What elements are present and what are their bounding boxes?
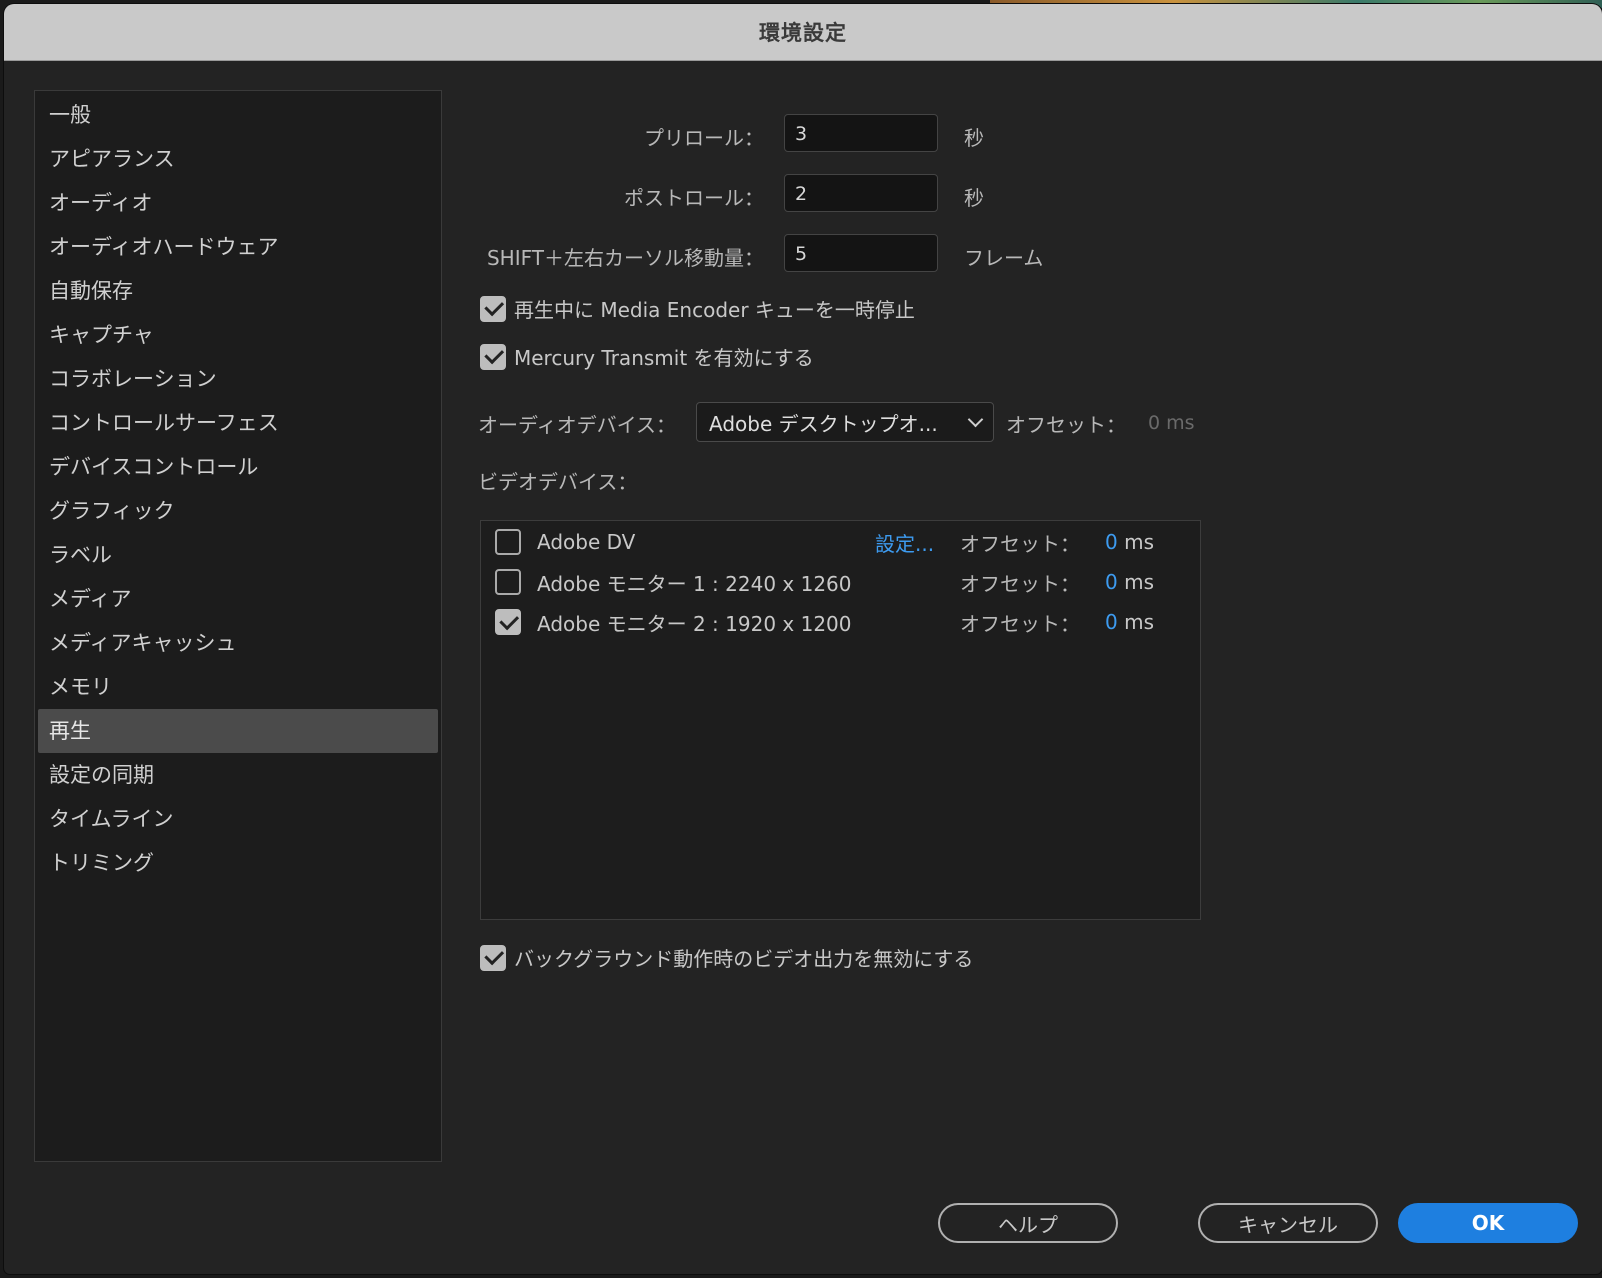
- audio-device-label: オーディオデバイス：: [478, 413, 676, 437]
- video-device-checkbox-monitor-1[interactable]: [495, 569, 521, 595]
- sidebar-item-audio[interactable]: オーディオ: [38, 181, 438, 225]
- video-device-name: Adobe DV: [537, 530, 636, 554]
- sidebar-item-appearance[interactable]: アピアランス: [38, 137, 438, 181]
- mercury-transmit-label: Mercury Transmit を有効にする: [514, 346, 814, 370]
- video-device-row: Adobe DV 設定... オフセット： 0 ms: [495, 527, 1195, 557]
- sidebar-item-sync-settings[interactable]: 設定の同期: [38, 753, 438, 797]
- dialog-title: 環境設定: [759, 21, 847, 45]
- sidebar-item-playback[interactable]: 再生: [38, 709, 438, 753]
- checkmark-icon: [483, 296, 504, 317]
- pause-media-encoder-checkbox[interactable]: [480, 295, 506, 322]
- video-offset-label: オフセット：: [960, 611, 1080, 636]
- shift-move-label: SHIFT＋左右カーソル移動量：: [486, 246, 764, 270]
- checkmark-icon: [483, 344, 504, 365]
- mercury-transmit-option[interactable]: Mercury Transmit を有効にする: [480, 342, 814, 371]
- video-offset-label: オフセット：: [960, 531, 1080, 556]
- sidebar-item-memory[interactable]: メモリ: [38, 665, 438, 709]
- checkmark-icon: [483, 945, 504, 966]
- postroll-label: ポストロール：: [624, 186, 764, 210]
- video-device-checkbox-monitor-2[interactable]: [495, 609, 521, 635]
- video-device-checkbox-adobe-dv[interactable]: [495, 529, 521, 555]
- sidebar-item-labels[interactable]: ラベル: [38, 533, 438, 577]
- sidebar-item-auto-save[interactable]: 自動保存: [38, 269, 438, 313]
- sidebar-item-graphics[interactable]: グラフィック: [38, 489, 438, 533]
- video-offset-label: オフセット：: [960, 571, 1080, 596]
- sidebar-item-media[interactable]: メディア: [38, 577, 438, 621]
- preferences-category-list: 一般 アピアランス オーディオ オーディオハードウェア 自動保存 キャプチャ コ…: [34, 90, 442, 1162]
- preferences-dialog: 環境設定 一般 アピアランス オーディオ オーディオハードウェア 自動保存 キャ…: [4, 4, 1602, 1274]
- pause-media-encoder-option[interactable]: 再生中に Media Encoder キューを一時停止: [480, 294, 915, 323]
- cancel-button[interactable]: キャンセル: [1198, 1203, 1378, 1243]
- adobe-dv-settings-link[interactable]: 設定...: [875, 528, 934, 557]
- audio-offset-label: オフセット：: [1006, 413, 1126, 437]
- video-offset-value[interactable]: 0 ms: [1105, 570, 1154, 594]
- video-device-label: ビデオデバイス：: [478, 470, 638, 494]
- video-device-list: Adobe DV 設定... オフセット： 0 ms Adobe モニター 1 …: [480, 520, 1201, 920]
- sidebar-item-control-surface[interactable]: コントロールサーフェス: [38, 401, 438, 445]
- title-bar: 環境設定: [4, 4, 1602, 61]
- preroll-label: プリロール：: [644, 126, 764, 150]
- chevron-down-icon: [967, 411, 984, 428]
- sidebar-item-media-cache[interactable]: メディアキャッシュ: [38, 621, 438, 665]
- video-device-name: Adobe モニター 1 : 2240 x 1260: [537, 571, 852, 596]
- preroll-input[interactable]: 3: [784, 114, 938, 152]
- sidebar-item-audio-hardware[interactable]: オーディオハードウェア: [38, 225, 438, 269]
- sidebar-item-device-control[interactable]: デバイスコントロール: [38, 445, 438, 489]
- video-device-row: Adobe モニター 2 : 1920 x 1200 オフセット： 0 ms: [495, 607, 1195, 637]
- checkmark-icon: [498, 609, 519, 630]
- video-device-name: Adobe モニター 2 : 1920 x 1200: [537, 611, 852, 636]
- audio-offset-value: 0 ms: [1148, 412, 1195, 434]
- video-device-row: Adobe モニター 1 : 2240 x 1260 オフセット： 0 ms: [495, 567, 1195, 597]
- pause-media-encoder-label: 再生中に Media Encoder キューを一時停止: [514, 298, 915, 322]
- sidebar-item-general[interactable]: 一般: [38, 93, 438, 137]
- disable-background-video-checkbox[interactable]: [480, 944, 506, 971]
- postroll-input[interactable]: 2: [784, 174, 938, 212]
- disable-background-video-label: バックグラウンド動作時のビデオ出力を無効にする: [514, 947, 974, 971]
- help-button[interactable]: ヘルプ: [938, 1203, 1118, 1243]
- video-offset-value[interactable]: 0 ms: [1105, 610, 1154, 634]
- sidebar-item-timeline[interactable]: タイムライン: [38, 797, 438, 841]
- shift-move-input[interactable]: 5: [784, 234, 938, 272]
- ok-button[interactable]: OK: [1398, 1203, 1578, 1243]
- postroll-unit: 秒: [964, 186, 984, 210]
- audio-device-value: Adobe デスクトップオ...: [709, 411, 938, 436]
- mercury-transmit-checkbox[interactable]: [480, 343, 506, 370]
- audio-device-dropdown[interactable]: Adobe デスクトップオ...: [696, 402, 994, 442]
- sidebar-item-trim[interactable]: トリミング: [38, 841, 438, 885]
- preroll-unit: 秒: [964, 126, 984, 150]
- shift-move-unit: フレーム: [964, 246, 1044, 270]
- video-offset-value[interactable]: 0 ms: [1105, 530, 1154, 554]
- sidebar-item-capture[interactable]: キャプチャ: [38, 313, 438, 357]
- sidebar-item-collaboration[interactable]: コラボレーション: [38, 357, 438, 401]
- disable-background-video-option[interactable]: バックグラウンド動作時のビデオ出力を無効にする: [480, 943, 973, 972]
